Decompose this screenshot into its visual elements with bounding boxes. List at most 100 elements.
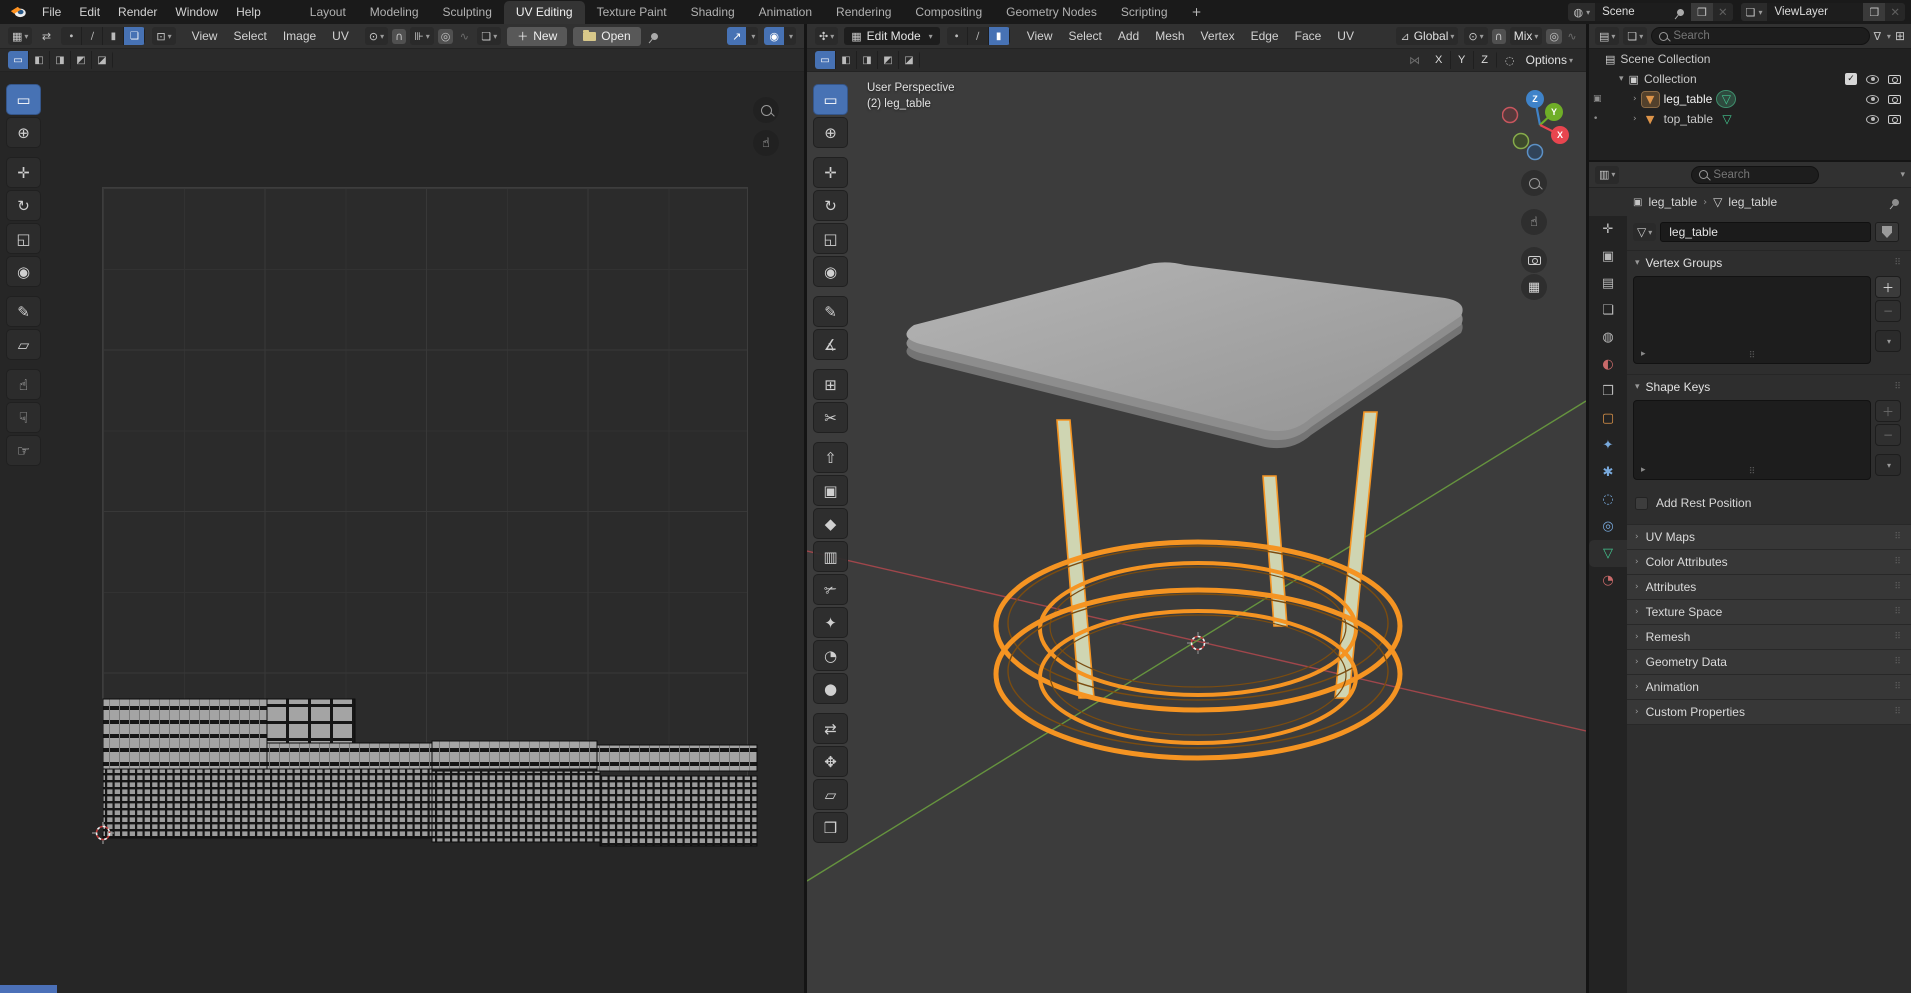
uv-selection-mode-uv-island-mode[interactable]: ❏ (124, 27, 146, 45)
uv-select-op-select-subtract[interactable]: ◨ (50, 51, 71, 69)
topbar-menu[interactable]: Window (166, 5, 227, 19)
shape-key-specials-button[interactable]: ▾ (1875, 454, 1901, 476)
viewport-tool-button-scale[interactable]: ◱ (813, 223, 848, 254)
workspace-tab[interactable]: Modeling (358, 1, 431, 24)
mesh-select-mode-vertex-mode[interactable]: ∙ (946, 27, 968, 45)
viewport-tool-button-select-box[interactable]: ▭ (813, 84, 848, 115)
collapsed-panel-header[interactable]: › Geometry Data ⠿ (1627, 650, 1911, 675)
viewport-tool-button-extrude-region[interactable]: ⇧ (813, 442, 848, 473)
uv-sync-selection-icon[interactable]: ⇄ (36, 30, 56, 43)
viewport-tool-button-measure[interactable]: ∡ (813, 329, 848, 360)
uv-select-op-select-set[interactable]: ▭ (8, 51, 29, 69)
uv-tool-button-annotate[interactable]: ✎ (6, 296, 41, 327)
orientation-dropdown[interactable]: ⊿ Global ▾ (1396, 27, 1459, 45)
viewport-select-op-select-extend[interactable]: ◧ (836, 51, 857, 69)
workspace-tab[interactable]: UV Editing (503, 1, 585, 24)
add-vertex-group-button[interactable]: ＋ (1875, 276, 1901, 298)
new-scene-icon[interactable]: ❐ (1697, 6, 1707, 19)
viewport-tool-button-poly-build[interactable]: ✦ (813, 607, 848, 638)
workspace-tab[interactable]: Compositing (903, 1, 994, 24)
hide-eye-icon[interactable] (1866, 74, 1879, 84)
uv-proportional-edit-icon[interactable]: ◎ (437, 28, 454, 44)
disable-render-camera-icon[interactable] (1888, 74, 1901, 84)
viewport-tool-button-annotate[interactable]: ✎ (813, 296, 848, 327)
viewport-zoom-icon[interactable] (1521, 170, 1547, 196)
uv-zoom-icon[interactable] (753, 97, 779, 123)
uv-snap-icon[interactable]: ∩ (392, 28, 407, 44)
expand-chevron-icon[interactable]: ▾ (1619, 74, 1624, 84)
properties-tab-tab-modifiers[interactable]: ✦ (1589, 432, 1627, 459)
vertex-groups-panel-header[interactable]: ▾ Vertex Groups ⠿ (1627, 250, 1911, 274)
uv-select-op-select-intersect[interactable]: ◪ (92, 51, 113, 69)
navigation-gizmo[interactable]: Z Y X (1502, 51, 1570, 163)
shape-keys-panel-header[interactable]: ▾ Shape Keys ⠿ (1627, 374, 1911, 398)
topbar-menu[interactable]: Edit (70, 5, 109, 19)
viewport-tool-button-shrink-fatten[interactable]: ✥ (813, 746, 848, 777)
uv-tool-button-relax[interactable]: ☟ (6, 402, 41, 433)
collapsed-panel-header[interactable]: › Custom Properties ⠿ (1627, 700, 1911, 725)
properties-tab-tab-render[interactable]: ▣ (1589, 243, 1627, 270)
collapsed-panel-header[interactable]: › Remesh ⠿ (1627, 625, 1911, 650)
uv-select-op-select-invert[interactable]: ◩ (71, 51, 92, 69)
viewport-tool-button-rotate[interactable]: ↻ (813, 190, 848, 221)
properties-tab-tab-constraints[interactable]: ◎ (1589, 513, 1627, 540)
uv-tool-button-rotate[interactable]: ↻ (6, 190, 41, 221)
collapsed-panel-header[interactable]: › UV Maps ⠿ (1627, 525, 1911, 550)
uv-tool-button-grab[interactable]: ☝ (6, 369, 41, 400)
viewport-select-op-select-intersect[interactable]: ◪ (899, 51, 920, 69)
breadcrumb-data[interactable]: leg_table (1728, 195, 1777, 209)
collapsed-panel-header[interactable]: › Attributes ⠿ (1627, 575, 1911, 600)
collapsed-panel-header[interactable]: › Color Attributes ⠿ (1627, 550, 1911, 575)
pin-id-icon[interactable] (1890, 197, 1901, 207)
viewport-tool-button-add-cube[interactable]: ⊞ (813, 369, 848, 400)
list-resize-grip[interactable]: ⠿ (1749, 467, 1756, 477)
mesh-select-mode-face-mode[interactable]: ▮ (988, 27, 1010, 45)
properties-tab-tab-collection[interactable]: ❒ (1589, 378, 1627, 405)
properties-editor-type-button[interactable]: ▥ ▾ (1595, 165, 1620, 184)
topbar-menu[interactable]: Render (109, 5, 166, 19)
shape-keys-list[interactable]: ▸ ⠿ (1633, 400, 1871, 480)
mirror-axis-button[interactable]: Y (1450, 51, 1474, 69)
uv-pan-hand-icon[interactable]: ☝ (753, 130, 779, 156)
vertex-groups-list[interactable]: ▸ ⠿ (1633, 276, 1871, 364)
viewport-menu[interactable]: Add (1110, 29, 1147, 43)
outliner-search-input[interactable] (1673, 30, 1862, 42)
viewport-perspective-grid-icon[interactable]: ▦ (1521, 274, 1547, 300)
new-collection-icon[interactable]: ⊞ (1895, 29, 1905, 43)
viewport-menu[interactable]: Select (1060, 29, 1109, 43)
uv-tool-button-transform[interactable]: ◉ (6, 256, 41, 287)
proportional-edit-icon[interactable]: ◎ (1546, 28, 1562, 44)
mirror-axis-button[interactable]: Z (1473, 51, 1497, 69)
uv-tool-button-select-box[interactable]: ▭ (6, 84, 41, 115)
properties-tab-tab-world[interactable]: ◐ (1589, 351, 1627, 378)
uv-overlays-toggle[interactable]: ◉ ▾ (764, 27, 796, 45)
viewport-menu[interactable]: View (1019, 29, 1061, 43)
pin-icon[interactable] (1675, 7, 1686, 17)
outliner-row-leg-table[interactable]: ▣ › ▼ leg_table ▽ (1589, 89, 1911, 109)
viewport-select-op-select-subtract[interactable]: ◨ (857, 51, 878, 69)
new-image-button[interactable]: ＋ New (507, 26, 568, 46)
viewport-tool-button-spin[interactable]: ◔ (813, 640, 848, 671)
properties-tab-tab-output[interactable]: ▤ (1589, 270, 1627, 297)
viewport-tool-button-inset-faces[interactable]: ▣ (813, 475, 848, 506)
vertex-group-specials-button[interactable]: ▾ (1875, 330, 1901, 352)
uv-tool-button-move[interactable]: ✛ (6, 157, 41, 188)
properties-tab-tab-view-layer[interactable]: ❏ (1589, 297, 1627, 324)
workspace-tab[interactable]: Layout (298, 1, 358, 24)
uv-image-browse-button[interactable]: ❏ ▾ (477, 27, 502, 45)
viewport-select-op-select-set[interactable]: ▭ (815, 51, 836, 69)
outliner-row-scene-collection[interactable]: ▤ Scene Collection (1589, 49, 1911, 69)
uv-selection-mode-uv-face-mode[interactable]: ▮ (103, 27, 125, 45)
properties-tab-tab-object-data[interactable]: ▽ (1589, 540, 1627, 567)
properties-tab-tab-particles[interactable]: ✱ (1589, 459, 1627, 486)
properties-search-input[interactable] (1713, 168, 1812, 181)
workspace-tab[interactable]: Shading (679, 1, 747, 24)
viewport-menu[interactable]: Edge (1243, 29, 1287, 43)
add-workspace-button[interactable]: + (1180, 1, 1214, 24)
viewport-tool-button-rip-region[interactable]: ❒ (813, 812, 848, 843)
mesh-name-field[interactable]: leg_table (1660, 222, 1871, 242)
outliner-row-collection[interactable]: ▾ ▣ Collection ✓ (1589, 69, 1911, 89)
uv-space[interactable] (102, 187, 748, 833)
mode-dropdown[interactable]: ▦ Edit Mode ▾ (844, 27, 940, 45)
properties-tab-tab-material[interactable]: ◔ (1589, 567, 1627, 594)
